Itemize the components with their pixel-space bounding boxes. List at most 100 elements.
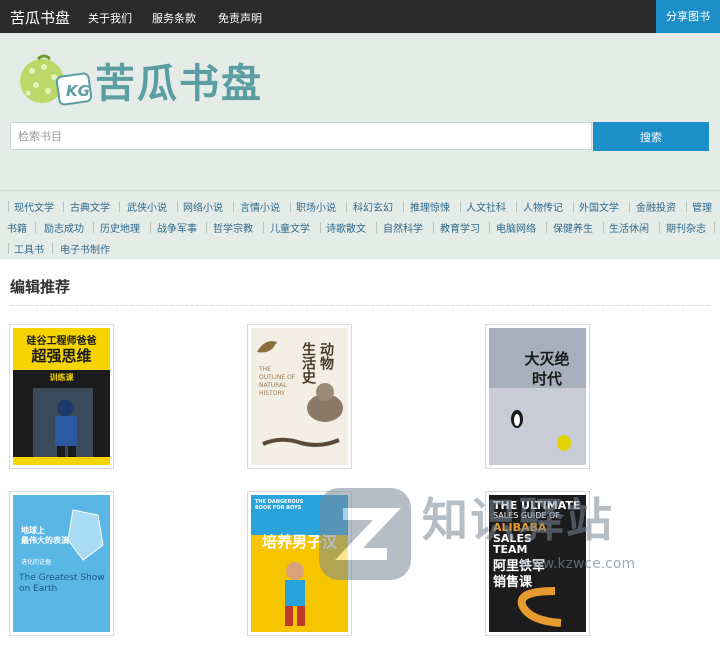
category-link[interactable]: 哲学宗教 [213,220,253,235]
divider [8,243,9,254]
category-link[interactable]: 科幻玄幻 [353,199,393,214]
divider [433,222,434,233]
divider [516,201,517,212]
divider [8,201,9,212]
category-link[interactable]: 武侠小说 [127,199,167,214]
category-link[interactable]: 电子书制作 [60,241,110,256]
book-title-line: THE DANGEROUS BOOK FOR BOYS [255,499,304,511]
category-link[interactable]: 儿童文学 [270,220,310,235]
divider [686,201,687,212]
divider [714,222,715,233]
boy-illustration-icon [285,562,305,626]
bird-illustration-icon [257,341,277,353]
divider [177,201,178,212]
category-link[interactable]: 诗歌散文 [326,220,366,235]
category-bar: 现代文学 古典文学 武侠小说 网络小说 言情小说 职场小说 科幻玄幻 推理惊悚 … [0,190,720,259]
divider [403,201,404,212]
book-card[interactable]: 动物 生活史 THE OUTLINE OF NATURAL HISTORY [247,324,352,469]
watermark-text: 知识驿站 [422,493,614,547]
category-link[interactable]: 历史地理 [100,220,140,235]
book-title-line: 时代 [531,370,562,388]
category-link[interactable]: 期刊杂志 [666,220,706,235]
divider [93,222,94,233]
divider [263,222,264,233]
logo-title[interactable]: 苦瓜书盘 [95,51,263,109]
book-cover: 大灭绝 时代 [489,328,586,465]
book-cover: 动物 生活史 THE OUTLINE OF NATURAL HISTORY [251,328,348,465]
divider [376,222,377,233]
category-link[interactable]: 管理 [692,199,712,214]
category-link[interactable]: 教育学习 [440,220,480,235]
category-link[interactable]: 励志成功 [44,220,84,235]
penguin-illustration-icon [511,410,523,428]
book-title-line: 生活史 [300,342,316,384]
category-link[interactable]: 现代文学 [14,199,54,214]
divider [489,222,490,233]
category-link[interactable]: 外国文学 [579,199,619,214]
section-title: 编辑推荐 [10,278,71,296]
book-title-line: The Greatest Show on Earth [19,573,105,594]
divider [546,222,547,233]
divider [320,222,321,233]
category-link[interactable]: 网络小说 [183,199,223,214]
divider [603,222,604,233]
category-link[interactable]: 金融投资 [636,199,676,214]
search-input[interactable] [10,122,592,150]
category-link[interactable]: 言情小说 [240,199,280,214]
cover-band [13,457,110,465]
category-link[interactable]: 工具书 [14,241,44,256]
book-title-line: 最伟大的表演 [21,536,69,545]
divider [206,222,207,233]
person-illustration-icon [33,388,93,463]
divider [346,201,347,212]
category-link[interactable]: 职场小说 [296,199,336,214]
category-link[interactable]: 生活休闲 [609,220,649,235]
divider [629,201,630,212]
divider [573,201,574,212]
monkey-illustration-icon [307,383,343,422]
header: KG 苦瓜书盘 搜索 [0,33,720,190]
lizard-illustration-icon [262,437,340,447]
divider [63,201,64,212]
divider [119,201,120,212]
category-link[interactable]: 古典文学 [70,199,110,214]
book-card[interactable]: 硅谷工程师爸爸 超强思维 训练课 [9,324,114,469]
category-link[interactable]: 推理惊悚 [410,199,450,214]
book-title-line: 训练课 [49,373,74,382]
logo-badge: KG [66,82,90,100]
divider [150,222,151,233]
book-card[interactable]: 大灭绝 时代 [485,324,590,469]
divider [659,222,660,233]
nav-terms[interactable]: 服务条款 [152,10,196,26]
book-title-line: 超强思维 [31,347,92,365]
ice-sculpture-icon [67,509,104,561]
category-link[interactable]: 保健养生 [553,220,593,235]
category-link[interactable]: 战争军事 [157,220,197,235]
book-cover: 地球上 最伟大的表演 进化的证据 The Greatest Show on Ea… [13,495,110,632]
book-cover: 硅谷工程师爸爸 超强思维 训练课 [13,328,110,465]
bitter-melon-logo-icon[interactable]: KG [14,51,94,111]
share-book-button[interactable]: 分享图书 [656,0,720,33]
book-title-line: 进化的证据 [21,559,52,566]
divider [290,201,291,212]
category-link[interactable]: 书籍 [7,220,27,235]
category-link[interactable]: 人文社科 [466,199,506,214]
search-button[interactable]: 搜索 [593,122,709,151]
nav-disclaimer[interactable]: 免责声明 [218,10,262,26]
category-link[interactable]: 自然科学 [383,220,423,235]
orange-s-shape-icon [517,587,562,627]
watermark-logo-icon [319,488,411,580]
watermark-url: www.kzwce.com [520,556,636,572]
divider [52,243,53,254]
brand-link[interactable]: 苦瓜书盘 [10,7,70,28]
divider [460,201,461,212]
book-title-line: THE OUTLINE OF NATURAL HISTORY [259,366,296,397]
nav-about[interactable]: 关于我们 [88,10,132,26]
category-link[interactable]: 电脑网络 [496,220,536,235]
book-title-line: 动物 [318,342,334,370]
cover-badge [557,435,571,451]
divider [35,222,36,233]
book-card[interactable]: 地球上 最伟大的表演 进化的证据 The Greatest Show on Ea… [9,491,114,636]
category-link[interactable]: 人物传记 [523,199,563,214]
book-title-line: 大灭绝 [524,350,570,368]
